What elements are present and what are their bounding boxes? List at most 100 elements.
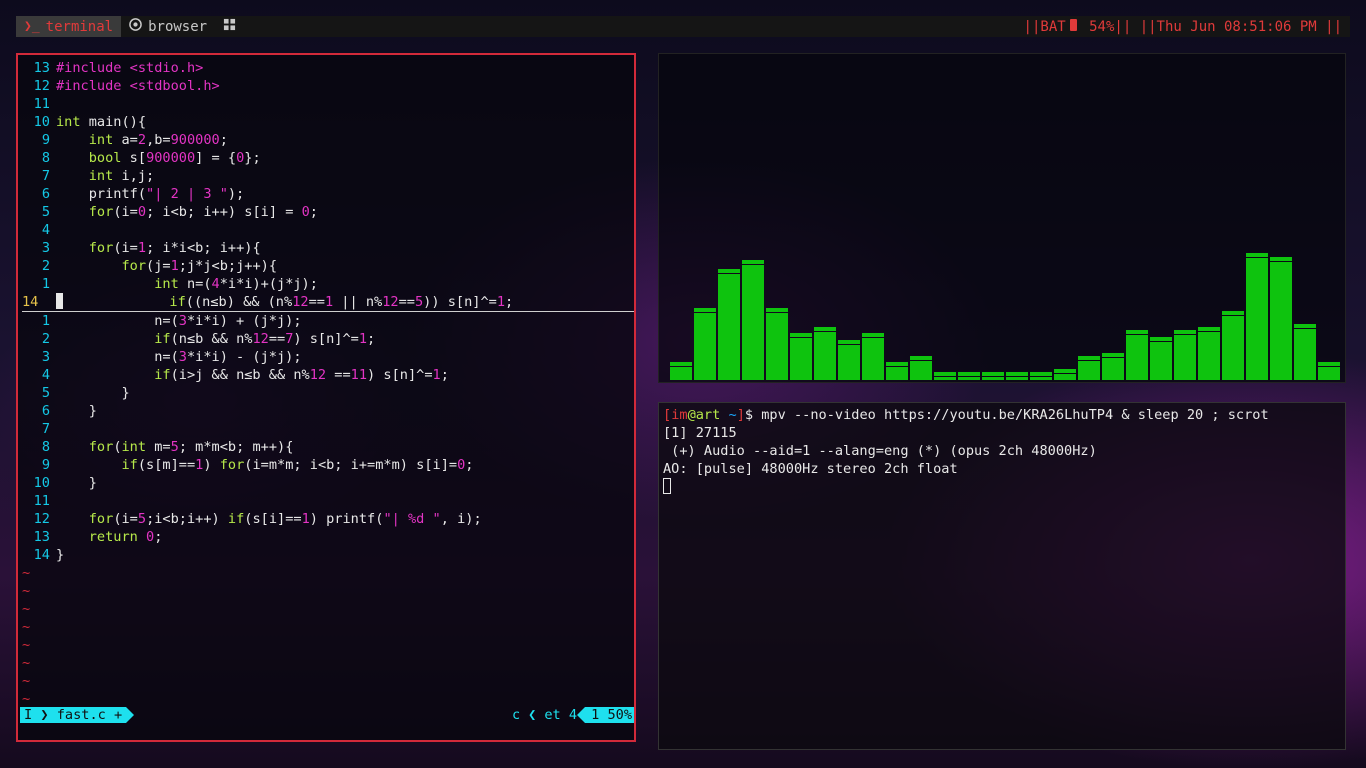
code-token: (j= bbox=[146, 258, 171, 274]
status-prefix: ||BAT bbox=[1023, 18, 1066, 35]
code-line[interactable]: 14} bbox=[22, 546, 634, 564]
visualizer-peak bbox=[1126, 330, 1148, 334]
line-number: 9 bbox=[41, 457, 50, 473]
visualizer-peak bbox=[934, 372, 956, 376]
code-token: (i=m*m; i<b; i+=m*m) s[i]= bbox=[244, 457, 458, 473]
visualizer-peak bbox=[1270, 257, 1292, 261]
visualizer-peak bbox=[670, 362, 692, 366]
code-line[interactable]: 9 int a= 2 ,b= 900000; bbox=[22, 131, 634, 149]
workspace-grid[interactable] bbox=[215, 16, 244, 37]
tilde-marker: ~ bbox=[22, 565, 31, 581]
code-line[interactable]: 8 for(int m= 5; m*m<b; m++){ bbox=[22, 438, 634, 456]
code-token: ; m*m<b; m++){ bbox=[178, 439, 294, 455]
code-token: (n≤b && n% bbox=[170, 331, 253, 347]
code-line[interactable]: 4 bbox=[22, 221, 634, 239]
code-line[interactable]: 13 #include <stdio.h> bbox=[22, 59, 634, 77]
tilde-marker: ~ bbox=[22, 637, 31, 653]
code-token: ); bbox=[227, 186, 245, 202]
line-number: 12 bbox=[33, 511, 50, 527]
code-token: }; bbox=[244, 150, 261, 166]
workspace-terminal[interactable]: ❯_ terminal bbox=[16, 16, 122, 37]
line-number: 7 bbox=[41, 421, 50, 437]
code-token: for bbox=[88, 204, 114, 220]
visualizer-bar bbox=[694, 308, 716, 380]
visualizer-peak bbox=[1150, 337, 1172, 341]
code-token: a= bbox=[113, 132, 138, 148]
code-token: ( bbox=[113, 439, 122, 455]
workspace-label: terminal bbox=[45, 18, 114, 35]
code-line[interactable]: 3 n=(3 *i*i) - (j*j); bbox=[22, 348, 634, 366]
code-line[interactable]: 1 int n=(4 *i*i)+(j*j); bbox=[22, 275, 634, 293]
line-number: 4 bbox=[41, 222, 50, 238]
line-number: 5 bbox=[41, 385, 50, 401]
line-number: 11 bbox=[33, 493, 50, 509]
code-token: } bbox=[56, 475, 97, 491]
visualizer-bar bbox=[1246, 253, 1268, 380]
code-line[interactable]: 12 for (i= 5 ;i<b;i++) if (s[i]== 1) printf("… bbox=[22, 510, 634, 528]
code-line[interactable]: 7 bbox=[22, 420, 634, 438]
line-number: 11 bbox=[33, 96, 50, 112]
code-line[interactable]: 1 n=(3 *i*i) + (j*j); bbox=[22, 312, 634, 330]
code-token: 1 bbox=[432, 367, 441, 383]
workspace-label: browser bbox=[148, 18, 208, 35]
visualizer-bar bbox=[1294, 324, 1316, 380]
code-token: int bbox=[88, 168, 114, 184]
code-line[interactable]: 2 if (n≤b && n% 12 == 7) s[n]^= 1; bbox=[22, 330, 634, 348]
code-token: || n% bbox=[333, 294, 383, 310]
code-token: (i= bbox=[113, 204, 138, 220]
code-line[interactable]: 7 int i,j; bbox=[22, 167, 634, 185]
prompt-user: im bbox=[671, 407, 688, 423]
code-token: if bbox=[154, 367, 171, 383]
code-line[interactable]: 6 printf("| 2 | 3 "); bbox=[22, 185, 634, 203]
input-line[interactable] bbox=[663, 478, 1341, 496]
tilde-marker: ~ bbox=[22, 673, 31, 689]
workspace-browser[interactable]: browser bbox=[121, 16, 215, 37]
code-token: ; bbox=[505, 294, 514, 310]
visualizer-peak bbox=[1246, 253, 1268, 257]
code-line[interactable]: 2 for (j= 1 ;j*j<b;j++){ bbox=[22, 257, 634, 275]
code-line[interactable]: 8 bool s[900000] = {0}; bbox=[22, 149, 634, 167]
tilde-marker: ~ bbox=[22, 601, 31, 617]
code-line[interactable]: 5 for (i= 0; i<b; i++) s[i] = 0; bbox=[22, 203, 634, 221]
code-token: if bbox=[169, 294, 186, 310]
terminal-window[interactable]: [im@art ~]$ mpv --no-video https://youtu… bbox=[658, 402, 1346, 750]
code-token: (s[i]== bbox=[244, 511, 302, 527]
code-buffer[interactable]: 13 #include <stdio.h> 12 #include <stdbool.… bbox=[22, 59, 634, 708]
mode-indicator: I ❯ fast.c + bbox=[20, 707, 135, 723]
code-line[interactable]: 4 if (i>j && n≤b && n% 12 == 11) s[n]^= 1; bbox=[22, 366, 634, 384]
audio-visualizer-window[interactable] bbox=[658, 53, 1346, 383]
empty-buffer-line: ~ bbox=[22, 636, 634, 654]
empty-buffer-line: ~ bbox=[22, 690, 634, 708]
code-line[interactable]: 5 } bbox=[22, 384, 634, 402]
code-line[interactable]: 3 for (i= 1; i*i<b; i++){ bbox=[22, 239, 634, 257]
current-code-line[interactable]: 14 if ((n≤b) && (n% 12 == 1 || n% 12 == 5)) s[n… bbox=[22, 293, 634, 312]
code-token: 1 bbox=[137, 240, 147, 256]
code-token: 3 bbox=[178, 349, 187, 365]
code-line[interactable]: 9 if (s[m]== 1) for (i=m*m; i<b; i+=m*m) s[… bbox=[22, 456, 634, 474]
code-line[interactable]: 11 bbox=[22, 492, 634, 510]
code-line[interactable]: 10 int main(){ bbox=[22, 113, 634, 131]
visualizer-bar bbox=[1222, 311, 1244, 380]
visualizer-bar bbox=[1198, 327, 1220, 380]
visualizer-bar bbox=[790, 333, 812, 380]
battery-clock-text: 54%|| ||Thu Jun 08:51:06 PM || bbox=[1080, 18, 1342, 35]
code-line[interactable]: 13 return 0; bbox=[22, 528, 634, 546]
code-token: 11 bbox=[350, 367, 368, 383]
code-line[interactable]: 11 bbox=[22, 95, 634, 113]
visualizer-bar bbox=[1174, 330, 1196, 380]
output-line: AO: [pulse] 48000Hz stereo 2ch float bbox=[663, 461, 958, 477]
visualizer-bar bbox=[1270, 257, 1292, 380]
filename: fast.c + bbox=[56, 707, 123, 723]
visualizer-peak bbox=[766, 308, 788, 312]
code-line[interactable]: 12 #include <stdbool.h> bbox=[22, 77, 634, 95]
vim-editor-window[interactable]: 13 #include <stdio.h> 12 #include <stdbool.… bbox=[16, 53, 636, 742]
code-token: n=( bbox=[178, 276, 212, 292]
code-line[interactable]: 10 } bbox=[22, 474, 634, 492]
code-line[interactable]: 6 } bbox=[22, 402, 634, 420]
vim-statusline: I ❯ fast.c + c ❮ et 4 1 50% bbox=[20, 707, 634, 723]
